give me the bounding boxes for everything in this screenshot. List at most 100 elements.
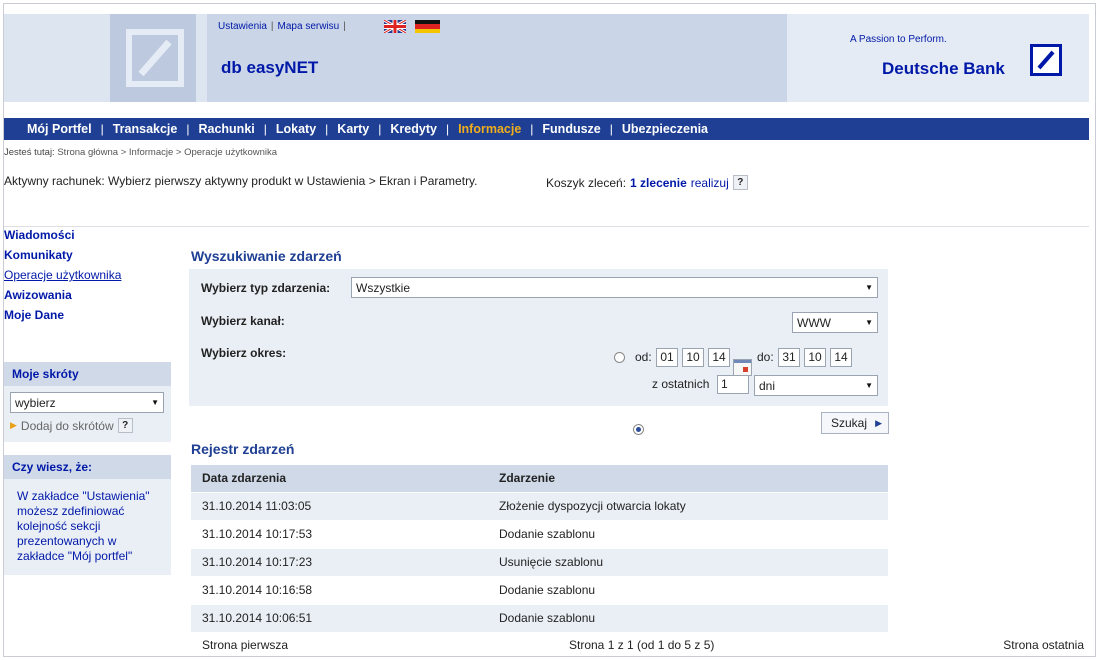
shortcut-help-button[interactable]: ? [117,418,133,433]
tip-text: W zakładce "Ustawienia" możesz zdefiniow… [17,489,150,563]
event-type-value: Wszystkie [356,280,410,295]
page-info: Strona 1 z 1 (od 1 do 5 z 5) [569,638,715,652]
main-nav: Mój Portfel | Transakcje | Rachunki | Lokat… [4,118,1089,140]
add-shortcut-link[interactable]: Dodaj do skrótów [21,419,114,433]
search-section-title: Wyszukiwanie zdarzeń [191,248,342,264]
last-page-link[interactable]: Strona ostatnia [1003,638,1084,652]
sidebar-item-operacje-uzytkownika[interactable]: Operacje użytkownika [4,268,121,284]
english-flag-icon[interactable] [384,20,406,33]
sidebar-item-komunikaty[interactable]: Komunikaty [4,248,121,264]
last-label: z ostatnich [652,377,710,391]
sitemap-link[interactable]: Mapa serwisu [278,21,340,32]
sidebar-item-moje-dane[interactable]: Moje Dane [4,308,121,324]
basket-label: Koszyk zleceń: [546,175,627,190]
last-count-input[interactable]: 1 [717,375,749,394]
from-month-input[interactable]: 10 [682,348,704,367]
app-name: db easyNET [221,58,319,77]
table-row: 31.10.2014 10:17:23 Usunięcie szablonu [191,547,888,576]
event-name: Dodanie szablonu [488,575,888,604]
chevron-down-icon: ▼ [865,318,873,327]
order-basket: Koszyk zleceń: 1 zlecenie realizuj ? [546,175,748,190]
chevron-down-icon: ▼ [865,283,873,292]
period-range-radio[interactable] [614,352,625,363]
to-label: do: [757,350,774,364]
table-row: 31.10.2014 10:16:58 Dodanie szablonu [191,575,888,604]
period-label: Wybierz okres: [201,346,287,360]
sidebar-item-awizowania[interactable]: Awizowania [4,288,121,304]
period-unit-value: dni [759,378,776,393]
basket-execute-link[interactable]: realizuj [691,176,729,190]
nav-lokaty[interactable]: Lokaty [276,122,316,136]
nav-transakcje[interactable]: Transakcje [113,122,178,136]
search-button[interactable]: Szukaj ▶ [821,412,889,434]
to-month-input[interactable]: 10 [804,348,826,367]
period-unit-select[interactable]: dni ▼ [754,375,878,396]
sidebar-item-wiadomosci[interactable]: Wiadomości [4,228,121,244]
to-year-input[interactable]: 14 [830,348,852,367]
breadcrumb-home[interactable]: Strona główna [57,147,118,158]
breadcrumb-prefix: Jesteś tutaj: [4,147,55,158]
shortcuts-select-value: wybierz [15,395,56,410]
table-row: 31.10.2014 10:06:51 Dodanie szablonu [191,603,888,632]
calendar-icon[interactable] [733,359,752,376]
nav-informacje[interactable]: Informacje [458,122,521,136]
events-table: Data zdarzenia Zdarzenie 31.10.2014 11:0… [191,465,888,632]
breadcrumb-informacje[interactable]: Informacje [129,147,173,158]
table-header-row: Data zdarzenia Zdarzenie [191,465,888,492]
event-date: 31.10.2014 10:17:53 [191,519,488,548]
nav-rachunki[interactable]: Rachunki [198,122,254,136]
table-row: 31.10.2014 11:03:05 Złożenie dyspozycji … [191,491,888,520]
brand-slogan: A Passion to Perform. [850,34,947,45]
breadcrumb: Jesteś tutaj: Strona główna > Informacje… [4,147,278,158]
slash-logo-icon [126,29,184,87]
tip-box: Czy wiesz, że: W zakładce "Ustawienia" m… [4,455,171,575]
nav-ubezpieczenia[interactable]: Ubezpieczenia [622,122,708,136]
channel-select[interactable]: WWW ▼ [792,312,878,333]
arrow-right-icon: ▶ [875,417,882,428]
table-row: 31.10.2014 10:17:53 Dodanie szablonu [191,519,888,548]
chevron-down-icon: ▼ [865,381,873,390]
from-year-input[interactable]: 14 [708,348,730,367]
event-date: 31.10.2014 10:16:58 [191,575,488,604]
top-links: Ustawienia | Mapa serwisu | [218,21,346,32]
basket-help-button[interactable]: ? [732,175,748,190]
active-account-info: Aktywny rachunek: Wybierz pierwszy aktyw… [4,174,478,188]
nav-moj-portfel[interactable]: Mój Portfel [27,122,92,136]
event-name: Dodanie szablonu [488,603,888,632]
page-frame: Ustawienia | Mapa serwisu | db easyNET A Pa… [3,3,1096,657]
shortcuts-body: wybierz ▼ ▶ Dodaj do skrótów ? [4,386,171,442]
period-last-radio[interactable] [633,424,644,435]
nav-fundusze[interactable]: Fundusze [542,122,600,136]
shortcuts-title: Moje skróty [4,362,171,386]
event-type-select[interactable]: Wszystkie ▼ [351,277,878,298]
search-button-label: Szukaj [831,416,868,430]
event-date: 31.10.2014 10:17:23 [191,547,488,576]
german-flag-icon[interactable] [415,20,440,33]
to-day-input[interactable]: 31 [778,348,800,367]
add-shortcut: ▶ Dodaj do skrótów ? [10,418,165,433]
channel-value: WWW [797,315,831,330]
settings-link[interactable]: Ustawienia [218,21,267,32]
shortcuts-select[interactable]: wybierz ▼ [10,392,164,413]
basket-count[interactable]: 1 zlecenie [630,176,687,190]
event-date: 31.10.2014 10:06:51 [191,603,488,632]
arrow-right-icon: ▶ [10,420,17,430]
event-name: Usunięcie szablonu [488,547,888,576]
nav-kredyty[interactable]: Kredyty [390,122,437,136]
event-type-label: Wybierz typ zdarzenia: [201,281,331,295]
register-section-title: Rejestr zdarzeń [191,441,295,457]
from-day-input[interactable]: 01 [656,348,678,367]
shortcuts-box: Moje skróty wybierz ▼ ▶ Dodaj do skrótów… [4,362,171,442]
first-page-link[interactable]: Strona pierwsza [202,638,288,652]
tip-title: Czy wiesz, że: [4,455,171,479]
event-name: Dodanie szablonu [488,519,888,548]
column-date-header[interactable]: Data zdarzenia [191,465,488,492]
chevron-down-icon: ▼ [151,398,159,407]
channel-label: Wybierz kanał: [201,314,285,328]
column-event-header[interactable]: Zdarzenie [488,465,888,492]
tip-body: W zakładce "Ustawienia" możesz zdefiniow… [4,479,171,575]
nav-karty[interactable]: Karty [337,122,369,136]
from-label: od: [635,350,652,364]
event-date: 31.10.2014 11:03:05 [191,491,488,520]
header-logo-panel [110,14,196,102]
